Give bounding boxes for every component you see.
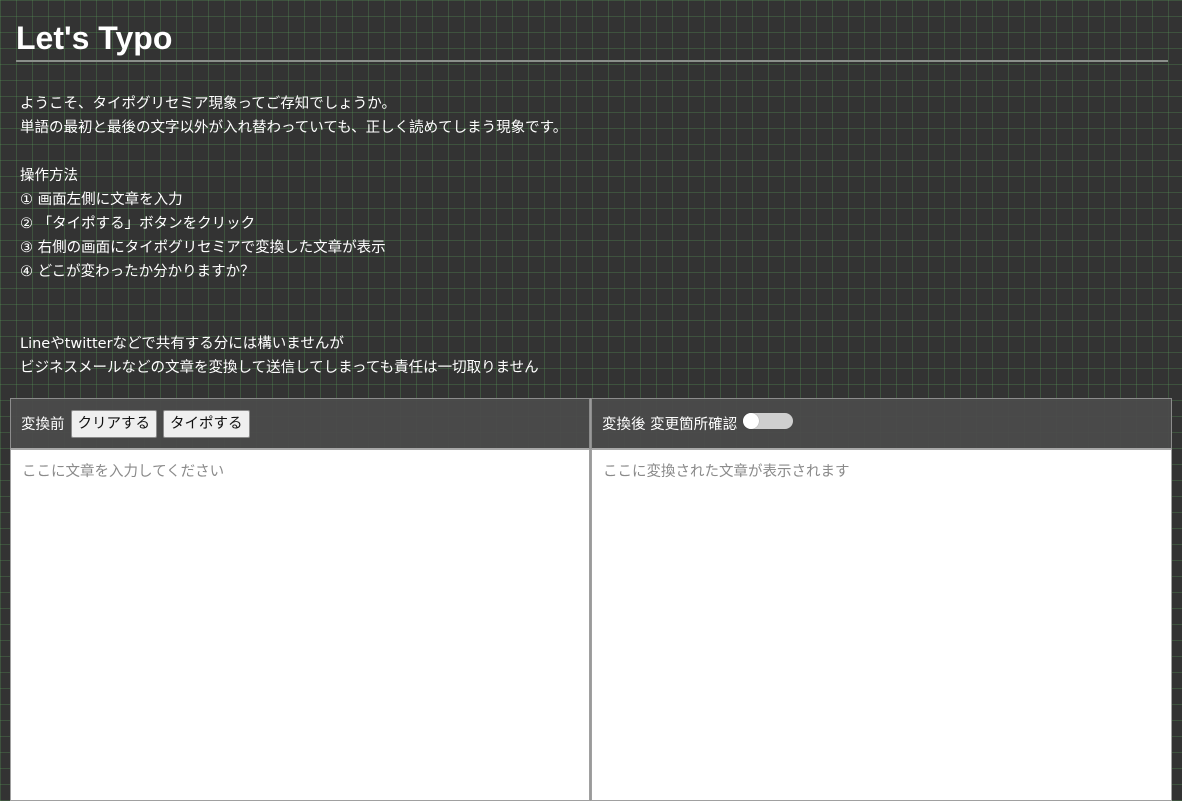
input-panel: 変換前 クリアする タイポする: [10, 398, 591, 801]
howto-step-4: ④ どこが変わったか分かりますか？: [20, 264, 255, 280]
output-panel-header: 変換後 変更箇所確認: [591, 398, 1172, 450]
howto-step-1: ① 画面左側に文章を入力: [20, 192, 183, 208]
editor-panels: 変換前 クリアする タイポする 変換後 変更箇所確認 ここに変換された文章が表示…: [10, 398, 1172, 801]
page-header: Let's Typo: [16, 18, 1168, 62]
intro-spacer-2: [20, 284, 1120, 332]
output-area[interactable]: ここに変換された文章が表示されます: [591, 450, 1172, 801]
disclaimer-line-1: Lineやtwitterなどで共有する分には構いませんが: [20, 336, 344, 352]
clear-button[interactable]: クリアする: [70, 409, 157, 438]
toggle-knob: [743, 412, 760, 429]
output-panel-label: 変換後 変更箇所確認: [602, 417, 738, 433]
intro-line-1: ようこそ、タイポグリセミア現象ってご存知でしょうか。: [20, 96, 396, 112]
input-panel-label: 変換前: [21, 417, 65, 433]
howto-heading: 操作方法: [20, 168, 78, 184]
output-placeholder: ここに変換された文章が表示されます: [603, 464, 850, 480]
input-panel-header: 変換前 クリアする タイポする: [10, 398, 590, 450]
disclaimer-line-2: ビジネスメールなどの文章を変換して送信してしまっても責任は一切取りません: [20, 360, 539, 376]
output-panel: 変換後 変更箇所確認 ここに変換された文章が表示されます: [591, 398, 1172, 801]
intro-section: ようこそ、タイポグリセミア現象ってご存知でしょうか。 単語の最初と最後の文字以外…: [20, 92, 1120, 380]
howto-step-2: ② 「タイポする」ボタンをクリック: [20, 216, 256, 232]
intro-spacer: [20, 140, 1120, 164]
typo-button[interactable]: タイポする: [163, 409, 250, 438]
intro-line-2: 単語の最初と最後の文字以外が入れ替わっていても、正しく読めてしまう現象です。: [20, 120, 568, 136]
diff-highlight-toggle[interactable]: [743, 412, 794, 429]
howto-step-3: ③ 右側の画面にタイポグリセミアで変換した文章が表示: [20, 240, 386, 256]
input-textarea[interactable]: [10, 450, 590, 801]
page-title: Let's Typo: [16, 20, 173, 56]
